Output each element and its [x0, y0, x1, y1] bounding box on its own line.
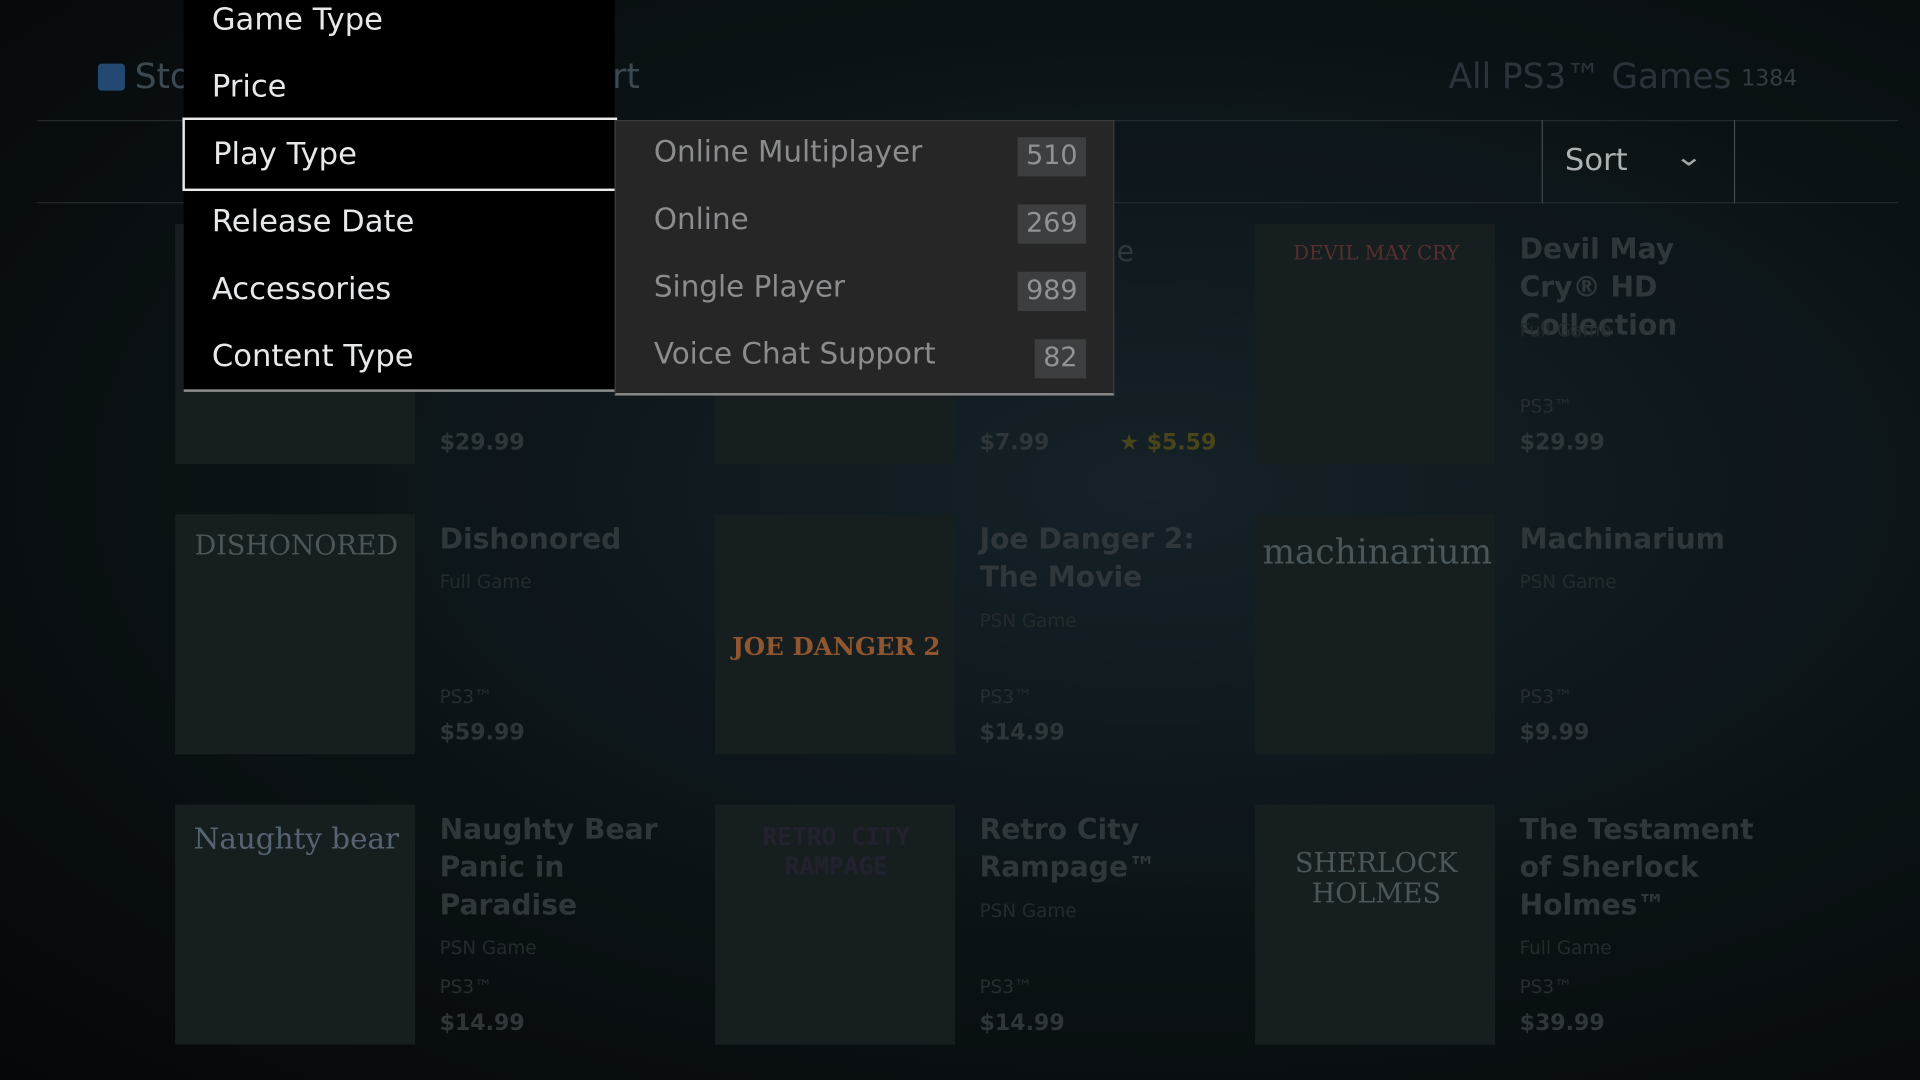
menu-item-price[interactable]: Price [184, 53, 615, 120]
option-label: Single Player [653, 269, 846, 304]
option-label: Voice Chat Support [653, 336, 936, 372]
menu-item-release-date[interactable]: Release Date [184, 187, 615, 254]
filter-menu: Game Type Price Play Type Release Date A… [182, 0, 618, 392]
menu-item-content-type[interactable]: Content Type [184, 322, 615, 389]
submenu-option-online-multiplayer[interactable]: Online Multiplayer 510 [616, 121, 1116, 188]
option-label: Online [653, 202, 749, 237]
submenu-option-voice-chat-support[interactable]: Voice Chat Support 82 [616, 323, 1116, 390]
submenu-option-single-player[interactable]: Single Player 989 [616, 256, 1116, 323]
menu-item-game-type[interactable]: Game Type [184, 0, 615, 53]
play-type-submenu: Online Multiplayer 510 Online 269 Single… [614, 120, 1116, 396]
option-count-badge: 82 [1034, 339, 1087, 379]
option-count-badge: 269 [1017, 204, 1087, 244]
option-count-badge: 989 [1017, 271, 1087, 312]
menu-item-play-type[interactable]: Play Type [182, 117, 618, 192]
option-label: Online Multiplayer [653, 134, 923, 169]
option-count-badge: 510 [1017, 137, 1087, 177]
submenu-option-online[interactable]: Online 269 [616, 189, 1116, 256]
menu-item-accessories[interactable]: Accessories [184, 255, 615, 322]
